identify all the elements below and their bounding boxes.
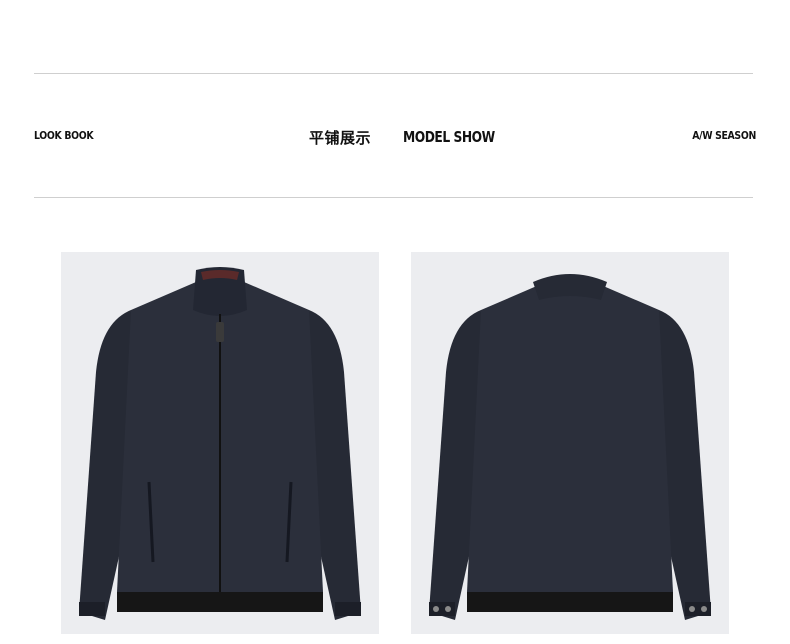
bottom-divider [34,197,753,198]
section-title: 平铺展示 MODEL SHOW [309,126,509,148]
title-chinese: 平铺展示 [309,128,372,147]
section-header: LOOK BOOK 平铺展示 MODEL SHOW A/W SEASON [34,126,756,148]
season-label: A/W SEASON [692,129,756,142]
title-english: MODEL SHOW [403,128,495,146]
look-book-label: LOOK BOOK [34,129,94,142]
jacket-back-photo [411,252,729,634]
jacket-front-photo [61,252,379,634]
top-divider [34,73,753,74]
